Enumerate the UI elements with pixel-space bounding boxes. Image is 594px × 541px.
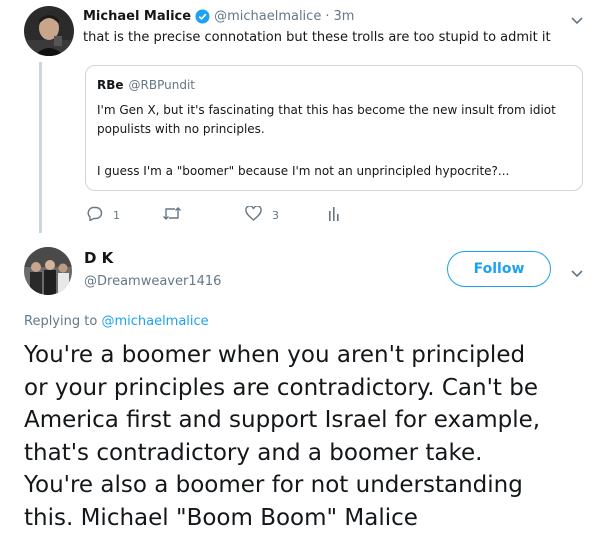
reply-text-line: You're a boomer when you aren't principl… [24,342,526,368]
replying-to: Replying to @michaelmalice [24,314,209,329]
reply-text: You're a boomer when you aren't principl… [24,339,584,534]
retweet-action[interactable] [162,206,192,224]
verified-badge-icon [195,9,210,24]
reply-text-line: this. Michael "Boom Boom" Malice [24,504,418,531]
quoted-header: RBe @RBPundit [97,78,195,92]
reply-handle[interactable]: @Dreamweaver1416 [84,274,221,289]
reply-icon [87,206,103,224]
reply-chevron-down-icon[interactable] [570,264,584,278]
avatar-michael-malice[interactable] [24,6,74,56]
replying-handle-link[interactable]: @michaelmalice [101,314,208,329]
reply-action[interactable]: 1 [87,206,120,224]
reply-text-line: or your principles are contradictory. Ca… [24,374,538,401]
tweet-handle[interactable]: @michaelmalice [214,9,321,24]
reply-count: 1 [113,208,120,222]
quoted-text-line-2: populists with no principles. [97,122,265,136]
reply-author-name[interactable]: D K [84,249,113,267]
tweet-time[interactable]: 3m [333,9,354,24]
retweet-icon [162,206,182,224]
analytics-action[interactable] [328,206,342,224]
like-count: 3 [272,208,279,222]
thread-line [39,62,42,233]
like-icon [245,205,262,224]
reply-text-line: You're also a boomer for not understandi… [24,472,523,498]
reply-text-line: America first and support Israel for exa… [24,407,541,433]
quoted-text-line-1: I'm Gen X, but it's fascinating that thi… [97,103,556,117]
avatar-dk[interactable] [24,247,72,295]
reply-text-line: that's contradictory and a boomer take. [24,439,483,466]
analytics-icon [328,206,342,224]
tweet-header: Michael Malice @michaelmalice · 3m [83,9,354,24]
like-action[interactable]: 3 [245,205,279,224]
quoted-author-name: RBe [97,78,124,92]
replying-prefix: Replying to [24,314,98,329]
follow-button[interactable]: Follow [447,251,551,287]
quoted-text-line-3: I guess I'm a "boomer" because I'm not a… [97,164,510,178]
tweet-text: that is the precise connotation but thes… [83,30,551,45]
tweet-author-name[interactable]: Michael Malice [83,9,191,24]
quoted-handle: @RBPundit [128,78,195,92]
quoted-tweet[interactable]: RBe @RBPundit I'm Gen X, but it's fascin… [85,65,583,191]
tweet-separator: · [325,9,330,24]
chevron-down-icon[interactable] [570,11,584,25]
